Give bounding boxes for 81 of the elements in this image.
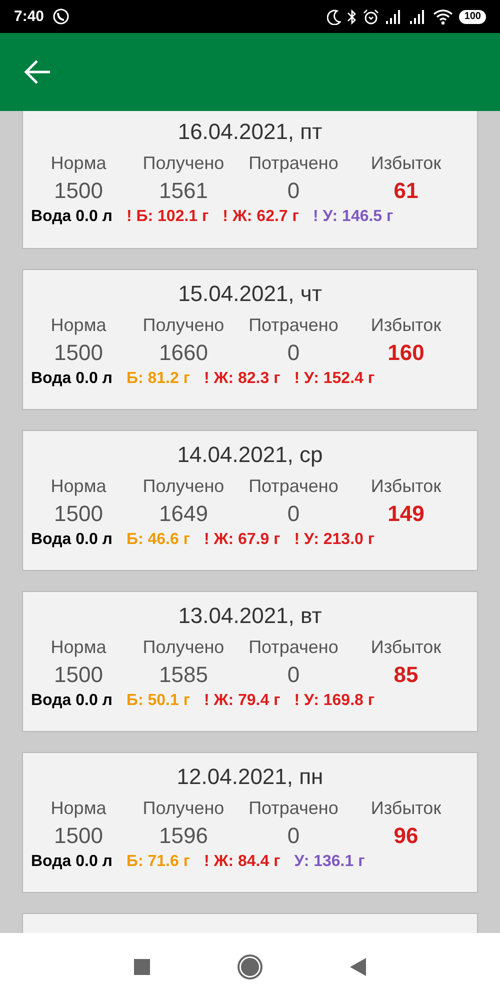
macro-amount: Б: 46.6 г [126,530,190,550]
back-arrow-icon[interactable] [24,58,52,86]
column-label: Норма [50,797,106,820]
column-label: Избыток [370,152,442,175]
water-amount: Вода 0.0 л [31,369,112,389]
received-value: 1585 [159,661,208,689]
excess-value: 149 [388,500,424,528]
macro-amount: У: 136.1 г [294,852,365,872]
clock: 7:40 [14,8,44,25]
water-amount: Вода 0.0 л [31,207,112,227]
spent-value: 0 [287,500,300,528]
column-label: Потрачено [248,314,338,337]
excess-value: 85 [394,661,418,689]
received-value: 1561 [159,177,208,205]
bluetooth-icon [347,8,358,24]
column-label: Избыток [370,797,442,820]
column-label: Потрачено [248,636,338,659]
norm-value: 1500 [54,339,103,367]
macro-amount: ! Ж: 62.7 г [222,207,299,227]
column-label: Получено [142,475,224,498]
day-card[interactable]: 16.04.2021, пт Норма Получено Потрачено Избыток 1500 1561 0 61 Вода 0.0 л ! Б: 102.1 г ! Ж: 62.7 г ! У: 146.5 г [22,111,478,249]
day-date: 15.04.2021, чт [177,280,323,308]
home-button[interactable] [237,954,263,980]
column-label: Потрачено [248,152,338,175]
day-date: 12.04.2021, пн [176,763,324,791]
spent-value: 0 [287,177,300,205]
macro-amount: Б: 81.2 г [126,369,190,389]
column-label: Норма [50,475,106,498]
alarm-icon [363,8,380,24]
day-card[interactable]: 15.04.2021, чт Норма Получено Потрачено Избыток 1500 1660 0 160 Вода 0.0 л Б: 81.2 г ! Ж: 82.3 г ! У: 152.4 г [22,269,478,410]
macro-amount: ! Ж: 82.3 г [204,369,280,389]
water-amount: Вода 0.0 л [31,852,112,872]
column-label: Норма [50,152,106,175]
spent-value: 0 [287,822,300,850]
column-label: Потрачено [248,475,338,498]
received-value: 1649 [159,500,208,528]
day-date: 16.04.2021, пт [176,118,324,146]
day-card[interactable]: 13.04.2021, вт Норма Получено Потрачено Избыток 1500 1585 0 85 Вода 0.0 л Б: 50.1 г ! Ж: 79.4 г ! У: 169.8 г [22,591,478,732]
excess-value: 61 [394,177,418,205]
water-amount: Вода 0.0 л [31,691,112,711]
received-value: 1596 [159,822,208,850]
spent-value: 0 [287,661,300,689]
norm-value: 1500 [54,661,103,689]
column-label: Потрачено [248,797,338,820]
macro-amount: ! Ж: 84.4 г [204,852,280,872]
column-label: Получено [142,636,224,659]
macro-amount: ! У: 152.4 г [294,369,375,389]
day-card[interactable]: 12.04.2021, пн Норма Получено Потрачено Избыток 1500 1596 0 96 Вода 0.0 л Б: 71.6 г ! Ж: 84.4 г У: 136.1 г [22,752,478,893]
recents-button[interactable] [133,958,151,976]
day-date: 13.04.2021, вт [177,602,323,630]
moon-icon [327,8,342,24]
macro-amount: ! Б: 102.1 г [126,207,209,227]
macro-amount: ! Ж: 79.4 г [204,691,280,711]
column-label: Норма [50,314,106,337]
norm-value: 1500 [54,177,103,205]
water-amount: Вода 0.0 л [31,530,112,550]
spent-value: 0 [287,339,300,367]
column-label: Избыток [370,475,442,498]
macro-amount: ! У: 213.0 г [294,530,375,550]
macro-amount: Б: 50.1 г [126,691,190,711]
excess-value: 160 [388,339,424,367]
column-label: Избыток [370,314,442,337]
battery-indicator: 100 [459,10,486,24]
excess-value: 96 [394,822,418,850]
norm-value: 1500 [54,822,103,850]
received-value: 1660 [159,339,208,367]
day-card[interactable]: 14.04.2021, ср Норма Получено Потрачено Избыток 1500 1649 0 149 Вода 0.0 л Б: 46.6 г ! Ж: 67.9 г ! У: 213.0 г [22,430,478,571]
macro-amount: ! Ж: 67.9 г [204,530,280,550]
wifi-icon [433,8,454,24]
day-date: 14.04.2021, ср [176,441,324,469]
back-button[interactable] [349,956,367,976]
macro-amount: Б: 71.6 г [126,852,190,872]
column-label: Норма [50,636,106,659]
norm-value: 1500 [54,500,103,528]
column-label: Получено [142,152,224,175]
macro-amount: ! У: 146.5 г [312,207,394,227]
column-label: Избыток [370,636,442,659]
macro-amount: ! У: 169.8 г [294,691,375,711]
column-label: Получено [142,314,224,337]
phone-icon [52,8,70,26]
column-label: Получено [142,797,224,820]
